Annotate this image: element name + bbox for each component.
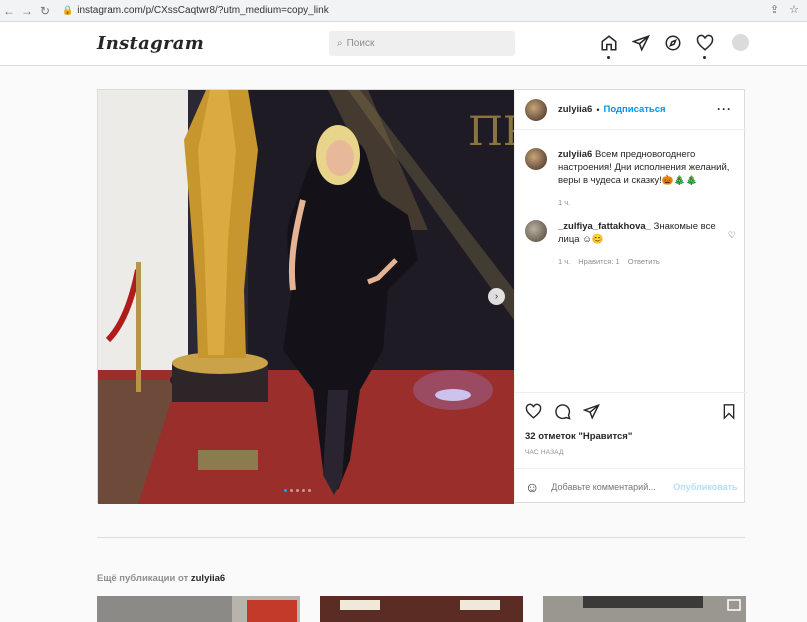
comment-icon[interactable] — [554, 403, 571, 425]
browser-bar: ← → ↻ 🔒 instagram.com/p/CXssCaqtwr8/?utm… — [0, 0, 807, 22]
more-posts-heading: Ещё публикации от zulyiia6 — [97, 573, 225, 584]
carousel-indicator — [284, 489, 311, 492]
search-placeholder: Поиск — [346, 38, 375, 49]
address-bar[interactable]: instagram.com/p/CXssCaqtwr8/?utm_medium=… — [77, 5, 329, 16]
direct-messages-icon[interactable] — [631, 34, 650, 52]
post-photo-illustration: ПР — [98, 90, 514, 504]
carousel-next-button[interactable]: › — [488, 288, 505, 305]
reply-button[interactable]: Ответить — [628, 255, 660, 268]
reload-icon[interactable]: ↻ — [36, 4, 54, 18]
commenter-avatar[interactable] — [525, 220, 547, 242]
post-header: zulyiia6 • Подписаться ··· — [515, 90, 746, 130]
activity-heart-icon[interactable] — [696, 34, 714, 59]
forward-icon[interactable]: → — [18, 4, 36, 18]
author-avatar[interactable] — [525, 98, 547, 121]
post-photo[interactable]: ПР › — [98, 90, 514, 504]
backdrop-letters: ПР — [468, 109, 514, 155]
search-icon: ⌕ — [337, 38, 343, 49]
post-actions: 32 отметок "Нравится" час назад ☺ Опубли… — [515, 392, 747, 504]
explore-icon[interactable] — [664, 34, 682, 52]
home-icon[interactable] — [600, 34, 618, 59]
share-icon[interactable]: ⇪ — [770, 3, 779, 16]
back-icon[interactable]: ← — [0, 4, 18, 18]
follow-button[interactable]: Подписаться — [603, 104, 665, 115]
more-post-thumbnail-1[interactable] — [97, 596, 300, 622]
more-options-icon[interactable]: ··· — [717, 102, 732, 116]
add-comment-input[interactable] — [551, 482, 670, 492]
caption-time[interactable]: 1 ч. — [558, 196, 738, 209]
comment-likes[interactable]: Нравится: 1 — [578, 255, 619, 268]
bookmark-icon[interactable] — [721, 403, 737, 425]
more-posts-label: Ещё публикации от — [97, 573, 189, 584]
more-post-thumbnail-2[interactable] — [320, 596, 523, 622]
comment-like-icon[interactable]: ♡ — [728, 230, 736, 241]
post-caption: zulyiia6 Всем предновогоднего настроения… — [525, 148, 740, 209]
publish-button[interactable]: Опубликовать — [673, 482, 737, 492]
likes-count[interactable]: 32 отметок "Нравится" — [525, 431, 632, 442]
search-input[interactable]: ⌕ Поиск — [329, 31, 515, 56]
more-post-thumbnail-3[interactable] — [543, 596, 746, 622]
more-posts-user[interactable]: zulyiia6 — [191, 573, 225, 584]
post-time[interactable]: час назад — [525, 449, 564, 456]
section-divider — [97, 537, 745, 538]
like-icon[interactable] — [525, 403, 542, 425]
instagram-logo[interactable]: Instagram — [97, 33, 204, 54]
lock-icon[interactable]: 🔒 — [62, 5, 73, 16]
post-sidebar: zulyiia6 • Подписаться ··· zulyiia6 Всем… — [514, 90, 747, 504]
add-comment-row: ☺ Опубликовать — [515, 468, 747, 505]
instagram-header: Instagram ⌕ Поиск — [0, 22, 807, 66]
commenter-username[interactable]: _zulfiya_fattakhova_ — [558, 221, 651, 232]
caption-username[interactable]: zulyiia6 — [558, 149, 592, 160]
comment-item: _zulfiya_fattakhova_ Знакомые все лица ☺… — [525, 220, 740, 268]
header-separator: • — [596, 104, 600, 115]
post-card: ПР › zulyiia6 • — [97, 89, 747, 504]
profile-avatar-icon[interactable] — [732, 34, 749, 51]
share-post-icon[interactable] — [582, 403, 600, 425]
author-username[interactable]: zulyiia6 — [558, 104, 592, 115]
caption-avatar[interactable] — [525, 148, 547, 170]
star-icon[interactable]: ☆ — [789, 3, 799, 16]
comment-time[interactable]: 1 ч. — [558, 255, 570, 268]
emoji-icon[interactable]: ☺ — [525, 479, 539, 495]
